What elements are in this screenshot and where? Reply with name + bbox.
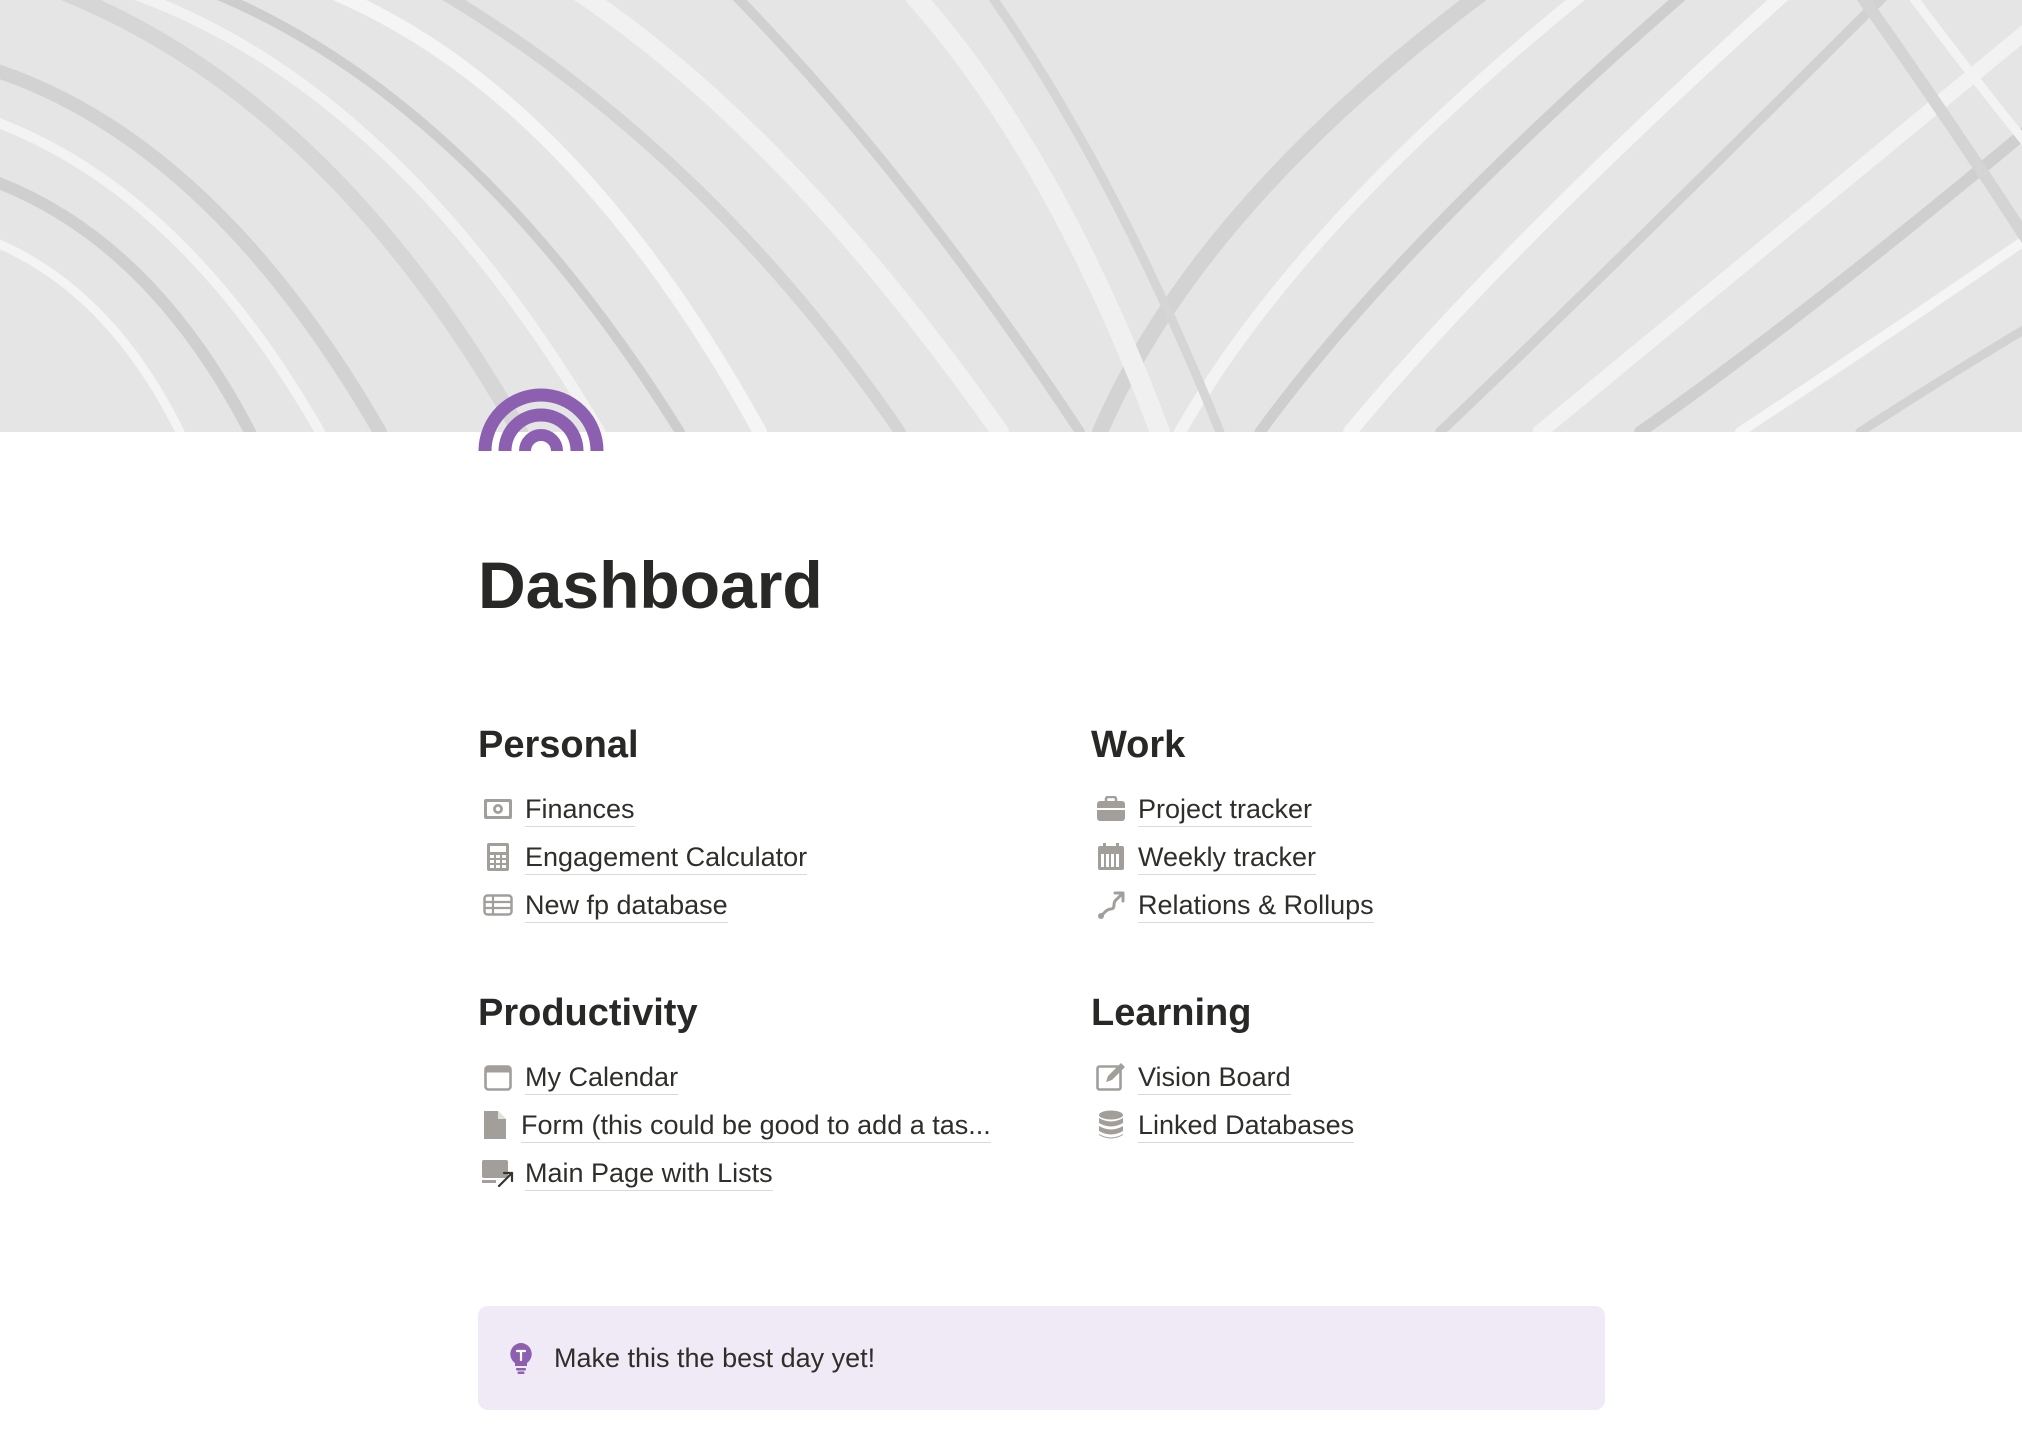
linked-page-icon [481, 1156, 515, 1190]
section-work: Work Project tracker Weekly tracker Rela… [1091, 721, 1651, 929]
link-label[interactable]: Project tracker [1138, 792, 1313, 827]
link-vision-board[interactable]: Vision Board [1091, 1053, 1651, 1101]
briefcase-icon [1094, 792, 1128, 826]
callout-text[interactable]: Make this the best day yet! [554, 1343, 875, 1374]
cover-image[interactable] [0, 0, 2022, 432]
section-heading: Work [1091, 724, 1186, 766]
link-relations-rollups[interactable]: Relations & Rollups [1091, 881, 1651, 929]
section-learning: Learning Vision Board Linked Databases [1091, 989, 1651, 1149]
section-heading: Productivity [478, 992, 698, 1034]
section-heading: Learning [1091, 992, 1252, 1034]
link-label[interactable]: My Calendar [525, 1060, 679, 1095]
calculator-icon [481, 840, 515, 874]
link-label[interactable]: Vision Board [1138, 1060, 1291, 1095]
rainbow-arc-icon[interactable] [478, 388, 604, 451]
link-finances[interactable]: Finances [478, 785, 1038, 833]
notion-page: Dashboard Personal Finances Engagement C… [0, 0, 2022, 1442]
link-label[interactable]: Main Page with Lists [525, 1156, 773, 1191]
link-label[interactable]: Relations & Rollups [1138, 888, 1374, 923]
table-icon [481, 888, 515, 922]
link-new-fp-database[interactable]: New fp database [478, 881, 1038, 929]
link-engagement-calculator[interactable]: Engagement Calculator [478, 833, 1038, 881]
link-weekly-tracker[interactable]: Weekly tracker [1091, 833, 1651, 881]
relation-arrow-icon [1094, 888, 1128, 922]
link-linked-databases[interactable]: Linked Databases [1091, 1101, 1651, 1149]
link-label[interactable]: Weekly tracker [1138, 840, 1317, 875]
cover-texture [0, 0, 2022, 432]
link-label[interactable]: Linked Databases [1138, 1108, 1355, 1143]
page-title[interactable]: Dashboard [478, 548, 823, 624]
lightbulb-icon [504, 1341, 538, 1375]
database-icon [1094, 1108, 1128, 1142]
money-bill-icon [481, 792, 515, 826]
link-form[interactable]: Form (this could be good to add a tas... [478, 1101, 1038, 1149]
link-project-tracker[interactable]: Project tracker [1091, 785, 1651, 833]
section-productivity: Productivity My Calendar Form (this coul… [478, 989, 1038, 1197]
link-label[interactable]: Form (this could be good to add a tas... [521, 1108, 991, 1143]
link-label[interactable]: New fp database [525, 888, 728, 923]
document-icon [478, 1108, 512, 1142]
calendar-icon [481, 1060, 515, 1094]
calendar-week-icon [1094, 840, 1128, 874]
link-label[interactable]: Finances [525, 792, 635, 827]
section-heading: Personal [478, 724, 639, 766]
callout-block[interactable]: Make this the best day yet! [478, 1306, 1605, 1410]
section-personal: Personal Finances Engagement Calculator … [478, 721, 1038, 929]
link-my-calendar[interactable]: My Calendar [478, 1053, 1038, 1101]
edit-board-icon [1094, 1060, 1128, 1094]
link-main-page-with-lists[interactable]: Main Page with Lists [478, 1149, 1038, 1197]
link-label[interactable]: Engagement Calculator [525, 840, 808, 875]
